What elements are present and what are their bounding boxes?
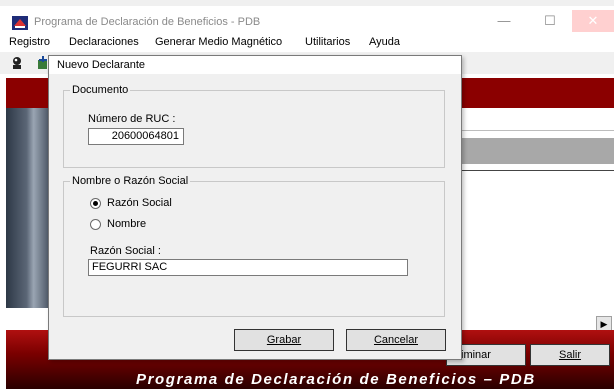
minimize-button[interactable]: — — [484, 10, 524, 32]
radio-nombre-label[interactable]: Nombre — [107, 218, 146, 230]
radio-razon-social-label[interactable]: Razón Social — [107, 197, 172, 209]
menu-ayuda[interactable]: Ayuda — [369, 36, 400, 48]
dialog-title: Nuevo Declarante — [57, 59, 146, 71]
ruc-label: Número de RUC : — [88, 113, 176, 125]
grabar-button[interactable]: Grabar — [234, 329, 334, 351]
dialog-titlebar: Nuevo Declarante — [49, 56, 461, 74]
salir-button[interactable]: Salir — [530, 344, 610, 366]
razon-social-label: Razón Social : — [90, 245, 161, 257]
app-logo-icon — [12, 16, 28, 30]
documento-group-label: Documento — [70, 84, 131, 96]
close-button[interactable]: ✕ — [572, 10, 614, 32]
background-field — [446, 108, 614, 131]
radio-nombre[interactable] — [90, 219, 101, 230]
razon-social-input[interactable]: FEGURRI SAC — [88, 259, 408, 276]
user-icon[interactable] — [10, 56, 24, 70]
nombre-group-label: Nombre o Razón Social — [70, 175, 191, 187]
maximize-button[interactable]: ☐ — [530, 10, 570, 32]
menu-declaraciones[interactable]: Declaraciones — [69, 36, 139, 48]
decorative-art — [6, 108, 52, 308]
menu-registro[interactable]: Registro — [9, 36, 50, 48]
footer-title: Programa de Declaración de Beneficios – … — [136, 371, 536, 388]
background-grid-header — [446, 138, 614, 164]
radio-razon-social[interactable] — [90, 198, 101, 209]
cancelar-button[interactable]: Cancelar — [346, 329, 446, 351]
nuevo-declarante-dialog: Nuevo Declarante Documento Número de RUC… — [48, 55, 462, 360]
salir-label: Salir — [558, 349, 581, 361]
grabar-label: Grabar — [266, 334, 302, 346]
menu-bar: Registro Declaraciones Generar Medio Mag… — [0, 32, 614, 52]
ruc-input[interactable]: 20600064801 — [88, 128, 184, 145]
window-title: Programa de Declaración de Beneficios - … — [34, 16, 261, 28]
background-list-panel — [446, 170, 614, 311]
cancelar-label: Cancelar — [373, 334, 419, 346]
window-titlebar: Programa de Declaración de Beneficios - … — [0, 0, 614, 32]
menu-generar-medio-magnetico[interactable]: Generar Medio Magnético — [155, 36, 282, 48]
menu-utilitarios[interactable]: Utilitarios — [305, 36, 350, 48]
